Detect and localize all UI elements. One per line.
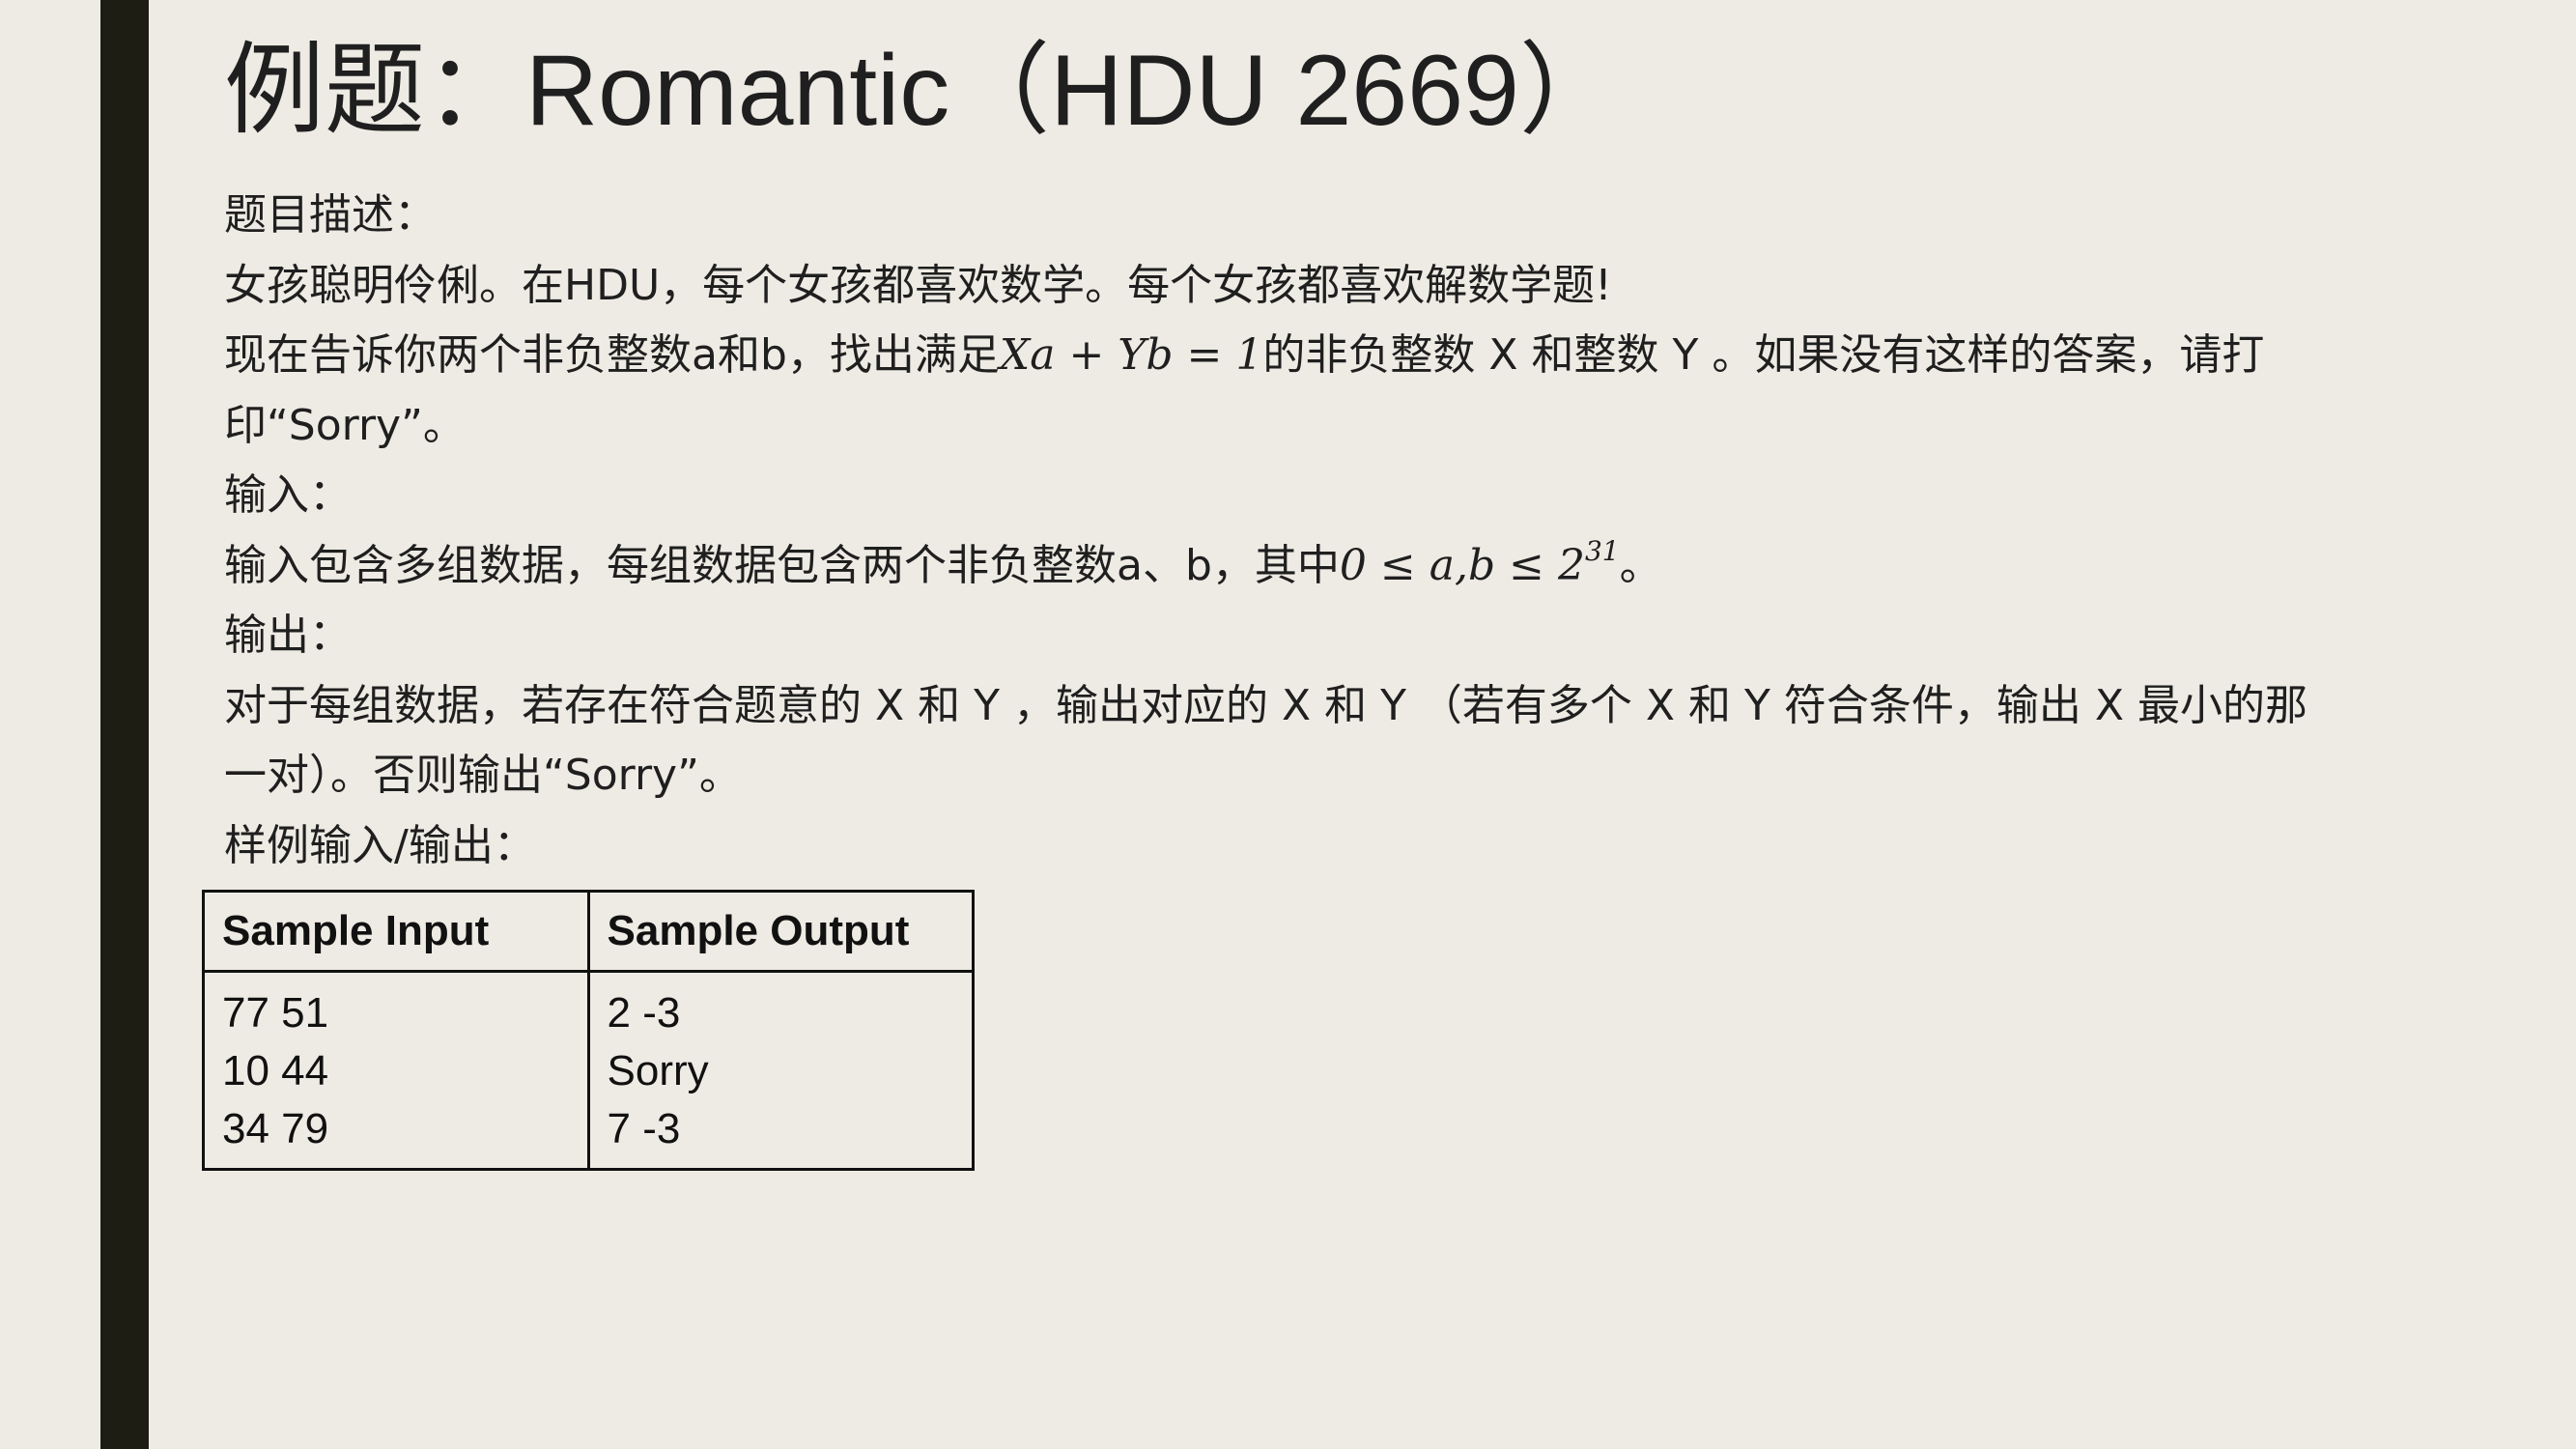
output-line-1: 对于每组数据，若存在符合题意的 X 和 Y ，输出对应的 X 和 Y （若有多个… <box>224 680 2308 730</box>
sample-table-header-row: Sample Input Sample Output <box>202 890 975 973</box>
sample-input-line: 34 79 <box>222 1105 329 1152</box>
input-text-suffix: 。 <box>1619 540 1662 590</box>
description-line-2-prefix: 现在告诉你两个非负整数a和b，找出满足 <box>224 330 1000 380</box>
equation: Xa + Yb = 1 <box>999 330 1263 380</box>
input-constraint-base: 0 ≤ a,b ≤ 2 <box>1339 540 1585 590</box>
input-description: 输入包含多组数据，每组数据包含两个非负整数a、b，其中0 ≤ a,b ≤ 231… <box>224 531 2523 602</box>
sample-output-line: Sorry <box>607 1047 709 1094</box>
slide-side-bar <box>100 0 149 1449</box>
input-constraint: 0 ≤ a,b ≤ 231 <box>1339 537 1620 590</box>
sample-output-line: 2 -3 <box>607 989 681 1037</box>
output-label: 输出： <box>224 611 352 660</box>
sample-table: Sample Input Sample Output 77 51 10 44 3… <box>202 890 975 1171</box>
input-text-prefix: 输入包含多组数据，每组数据包含两个非负整数a、b，其中 <box>224 540 1340 590</box>
sample-output-header: Sample Output <box>586 890 975 973</box>
problem-body: 题目描述： 女孩聪明伶俐。在HDU，每个女孩都喜欢数学。每个女孩都喜欢解数学题!… <box>224 181 2523 881</box>
description-line-3: 印“Sorry”。 <box>224 400 466 450</box>
sample-input-line: 77 51 <box>222 989 329 1037</box>
sample-output-cell: 2 -3 Sorry 7 -3 <box>586 970 975 1171</box>
sample-table-row: 77 51 10 44 34 79 2 -3 Sorry 7 -3 <box>202 970 975 1171</box>
description-line-2-suffix: 的非负整数 X 和整数 Y 。如果没有这样的答案，请打 <box>1262 330 2265 380</box>
sample-label: 样例输入/输出： <box>224 820 536 870</box>
sample-output-line: 7 -3 <box>607 1105 681 1152</box>
slide-title: 例题：Romantic（HDU 2669） <box>224 35 1620 147</box>
input-label: 输入： <box>224 470 352 520</box>
sample-input-cell: 77 51 10 44 34 79 <box>202 970 590 1171</box>
input-constraint-exponent: 31 <box>1584 534 1620 567</box>
output-line-2: 一对）。否则输出“Sorry”。 <box>224 751 742 800</box>
description-line-1: 女孩聪明伶俐。在HDU，每个女孩都喜欢数学。每个女孩都喜欢解数学题! <box>224 260 1612 310</box>
description-line-2: 现在告诉你两个非负整数a和b，找出满足Xa + Yb = 1的非负整数 X 和整… <box>224 321 2523 391</box>
sample-input-header: Sample Input <box>202 890 590 973</box>
description-label: 题目描述： <box>224 190 437 240</box>
sample-input-line: 10 44 <box>222 1047 329 1094</box>
